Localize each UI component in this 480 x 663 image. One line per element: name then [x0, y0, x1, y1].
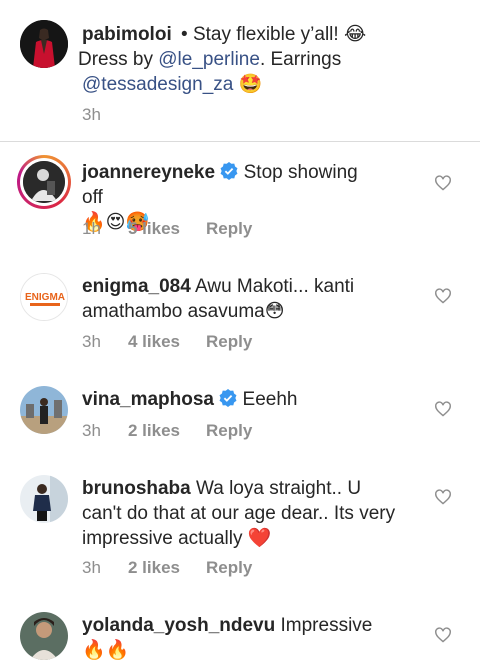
comment-likes[interactable]: 5 likes [128, 218, 206, 240]
caption-separator: • [181, 24, 188, 45]
comment-text: enigma_084 Awu Makoti... kanti amathambo… [82, 274, 382, 324]
heart-outline-icon[interactable] [434, 288, 452, 304]
comment-meta: 3h 2 likes Reply [82, 557, 252, 579]
comment-likes[interactable]: 4 likes [128, 331, 206, 353]
comment-username[interactable]: joannereyneke [82, 162, 215, 183]
reply-button[interactable]: Reply [206, 420, 252, 442]
heart-outline-icon[interactable] [434, 175, 452, 191]
heart-outline-icon[interactable] [434, 401, 452, 417]
reply-button[interactable]: Reply [206, 331, 252, 353]
comment-username[interactable]: vina_maphosa [82, 389, 214, 410]
comment-time: 3h [82, 421, 101, 440]
caption-text: pabimoloi • Stay flexible y’all! 😂 Dress… [78, 22, 452, 97]
red-heart-emoji: ❤️ [247, 528, 272, 549]
comment-time: 3h [82, 558, 101, 577]
heart-outline-icon[interactable] [434, 627, 452, 643]
caption-text-1: Stay flexible y’all! [187, 24, 344, 45]
comment-avatar[interactable] [20, 612, 68, 660]
comment-username[interactable]: yolanda_yosh_ndevu [82, 615, 275, 636]
comment-avatar-story-ring[interactable] [17, 155, 71, 209]
comment-meta: 1h 5 likes Reply [82, 218, 252, 240]
post-caption: pabimoloi • Stay flexible y’all! 😂 Dress… [0, 0, 480, 141]
comment-text: yolanda_yosh_ndevu Impressive 🔥🔥 [82, 613, 422, 663]
reply-button[interactable]: Reply [206, 218, 252, 240]
comment-emojis: 😳 [264, 301, 285, 322]
comment-text: vina_maphosa Eeehh [82, 387, 382, 412]
mention-le-perline[interactable]: @le_perline [158, 49, 260, 70]
comment-likes[interactable]: 2 likes [128, 420, 206, 442]
star-eyes-emoji: 🤩 [238, 74, 263, 95]
avatar [23, 161, 65, 203]
comment-text: brunoshaba Wa loya straight.. U can't do… [82, 476, 402, 551]
comment-meta: 3h 2 likes Reply [82, 420, 252, 442]
reply-button[interactable]: Reply [206, 557, 252, 579]
fire-emojis: 🔥🔥 [82, 640, 130, 661]
verified-badge-icon [220, 162, 238, 180]
caption-text-3: . Earrings [259, 49, 342, 70]
comment-username[interactable]: brunoshaba [82, 478, 191, 499]
comment-avatar[interactable]: ENIGMA [20, 273, 68, 321]
comment-avatar[interactable] [20, 475, 68, 523]
heart-outline-icon[interactable] [434, 489, 452, 505]
comment-meta: 3h 4 likes Reply [82, 331, 252, 353]
comment-body: Impressive [275, 615, 373, 636]
avatar-logo-text: ENIGMA [25, 292, 65, 303]
comment-time: 3h [82, 332, 101, 351]
mention-tessadesign-za[interactable]: @tessadesign_za [82, 74, 233, 95]
verified-badge-icon [219, 389, 237, 407]
laughing-emoji: 😂 [343, 24, 367, 45]
caption-username[interactable]: pabimoloi [82, 24, 172, 45]
caption-meta: 3h [82, 104, 101, 126]
caption-author-avatar[interactable] [20, 20, 68, 68]
comment-time: 1h [82, 219, 101, 238]
caption-divider [0, 141, 480, 142]
caption-time: 3h [82, 105, 101, 124]
comment-avatar[interactable] [20, 386, 68, 434]
comment-username[interactable]: enigma_084 [82, 276, 191, 297]
comment-likes[interactable]: 2 likes [128, 557, 206, 579]
comment-body: Eeehh [237, 389, 298, 410]
caption-text-2: Dress by [78, 49, 159, 70]
